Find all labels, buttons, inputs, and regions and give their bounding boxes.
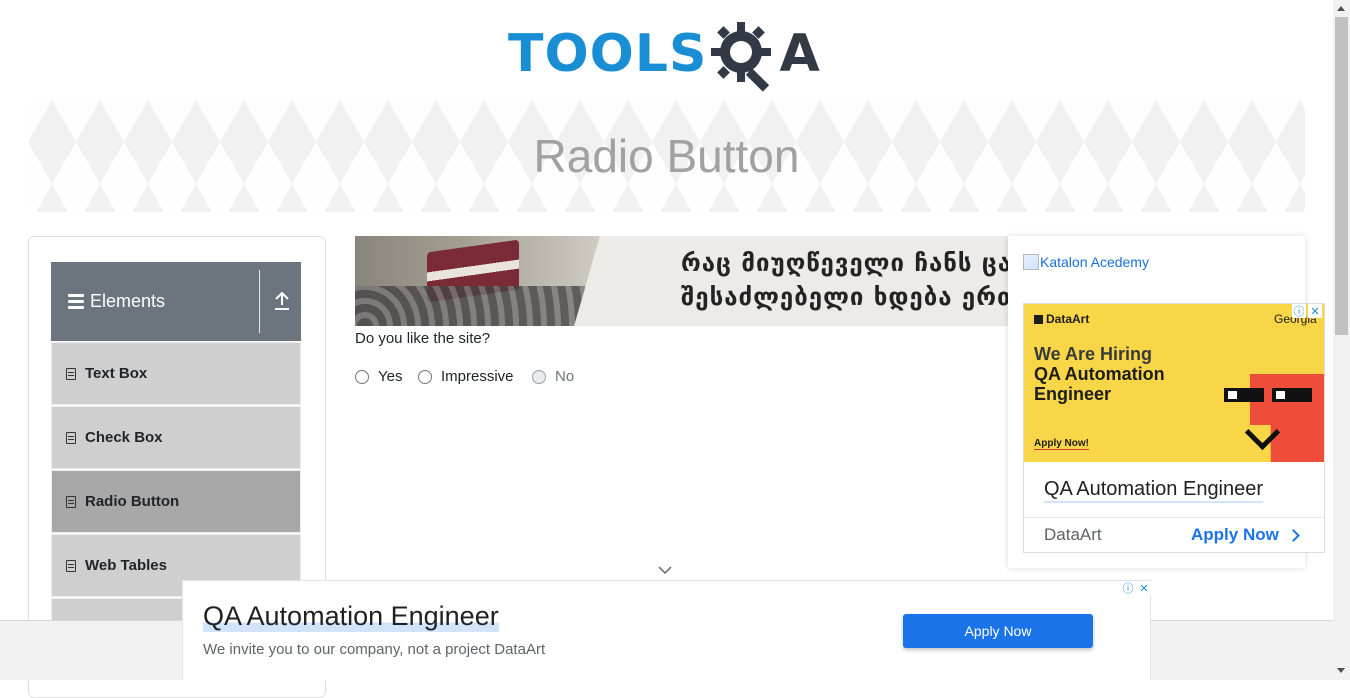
sidebar-item-text-box[interactable]: Text Box [51, 342, 301, 405]
banner-line-1: რაც მიუღწეველი ჩანს ცალკე [681, 249, 1008, 277]
page-scrollbar[interactable] [1333, 0, 1350, 680]
divider [259, 270, 260, 333]
radio-no-label[interactable]: No [555, 368, 574, 385]
radio-impressive-label[interactable]: Impressive [441, 368, 514, 385]
chevron-right-icon [1286, 528, 1300, 542]
sidebar-item-label: Check Box [85, 429, 163, 446]
banner-text: რაც მიუღწეველი ჩანს ცალკე შესაძლებელი ხდ… [681, 246, 1008, 314]
bottom-ad-headline[interactable]: QA Automation Engineer [203, 601, 499, 632]
scrollbar-thumb[interactable] [1335, 17, 1348, 335]
logo-tools-text: TOOLS [508, 24, 708, 84]
info-icon[interactable]: ⓘ [1292, 304, 1306, 318]
sidebar-item-label: Text Box [85, 365, 148, 382]
banner-crowd-image [355, 286, 585, 326]
bottom-ad-apply-button[interactable]: Apply Now [903, 614, 1093, 648]
ad-headline[interactable]: QA Automation Engineer [1044, 478, 1264, 503]
dataart-logo-icon [1034, 314, 1043, 324]
info-icon[interactable]: ⓘ [1121, 581, 1135, 595]
html5-icon [66, 495, 76, 508]
ad-role: QA Automation Engineer [1034, 364, 1165, 404]
ad-image[interactable]: DataArt Georgia We Are Hiring QA Automat… [1024, 304, 1324, 462]
close-icon[interactable]: ✕ [1137, 581, 1151, 595]
sidebar-item-label: Web Tables [85, 557, 167, 574]
elements-group-header[interactable]: Elements [51, 262, 301, 341]
radio-impressive[interactable]: Impressive [418, 368, 514, 385]
radio-impressive-input[interactable] [418, 369, 432, 384]
ad-choices[interactable]: ⓘ ✕ [1290, 304, 1322, 320]
bottom-ad-choices[interactable]: ⓘ ✕ [1119, 581, 1151, 597]
dataart-ad-card[interactable]: DataArt Georgia We Are Hiring QA Automat… [1023, 303, 1325, 553]
bottom-ad-banner[interactable]: QA Automation Engineer We invite you to … [182, 580, 1151, 680]
radio-yes-label[interactable]: Yes [378, 368, 402, 385]
broken-image-icon [1023, 254, 1039, 270]
georgian-banner[interactable]: რაც მიუღწეველი ჩანს ცალკე შესაძლებელი ხდ… [355, 236, 1008, 326]
ad-illustration-eye [1224, 388, 1264, 402]
toolsqa-logo[interactable]: TOOLS A [508, 14, 832, 94]
question-label: Do you like the site? [355, 330, 491, 347]
sidebar-item-radio-button[interactable]: Radio Button [51, 470, 301, 533]
gear-magnifier-icon [711, 22, 772, 92]
radio-no-input[interactable] [532, 369, 546, 384]
ad-advertiser[interactable]: DataArt [1044, 525, 1102, 545]
close-icon[interactable]: ✕ [1308, 304, 1322, 318]
radio-no[interactable]: No [532, 368, 574, 385]
ad-brand-text: DataArt [1046, 312, 1090, 326]
ad-apply-label[interactable]: Apply Now [1191, 525, 1279, 545]
katalon-ad-link[interactable]: Katalon Acedemy [1023, 254, 1149, 270]
ad-apply-link[interactable]: Apply Now [1191, 525, 1300, 545]
logo-qa-text: A [779, 24, 820, 84]
bottom-ad-subline: We invite you to our company, not a proj… [203, 641, 546, 658]
right-ad-panel: Katalon Acedemy DataArt Georgia We Are H… [1008, 236, 1325, 568]
banner-line-2: შესაძლებელი ხდება ერთად [681, 283, 1008, 311]
ad-brand: DataArt [1034, 312, 1089, 326]
main-header: Radio Button [28, 100, 1305, 212]
ad-illustration-eye [1272, 388, 1312, 402]
html5-icon [66, 431, 76, 444]
ad-apply-small: Apply Now! [1034, 438, 1089, 450]
scroll-up-icon[interactable] [1337, 6, 1345, 11]
upload-arrow-icon[interactable] [273, 290, 291, 312]
radio-yes-input[interactable] [355, 369, 369, 384]
sidebar-item-label: Radio Button [85, 493, 180, 510]
ad-hiring: We Are Hiring [1034, 344, 1153, 364]
chevron-down-icon[interactable] [658, 565, 672, 575]
html5-icon [66, 559, 76, 572]
divider [1024, 517, 1324, 518]
page-title: Radio Button [533, 130, 800, 182]
html5-icon [66, 367, 76, 380]
katalon-alt-text[interactable]: Katalon Acedemy [1040, 254, 1149, 270]
hamburger-icon [68, 294, 84, 309]
sidebar-item-check-box[interactable]: Check Box [51, 406, 301, 469]
radio-yes[interactable]: Yes [355, 368, 402, 385]
group-title: Elements [90, 291, 166, 311]
scroll-down-icon[interactable] [1337, 668, 1345, 673]
